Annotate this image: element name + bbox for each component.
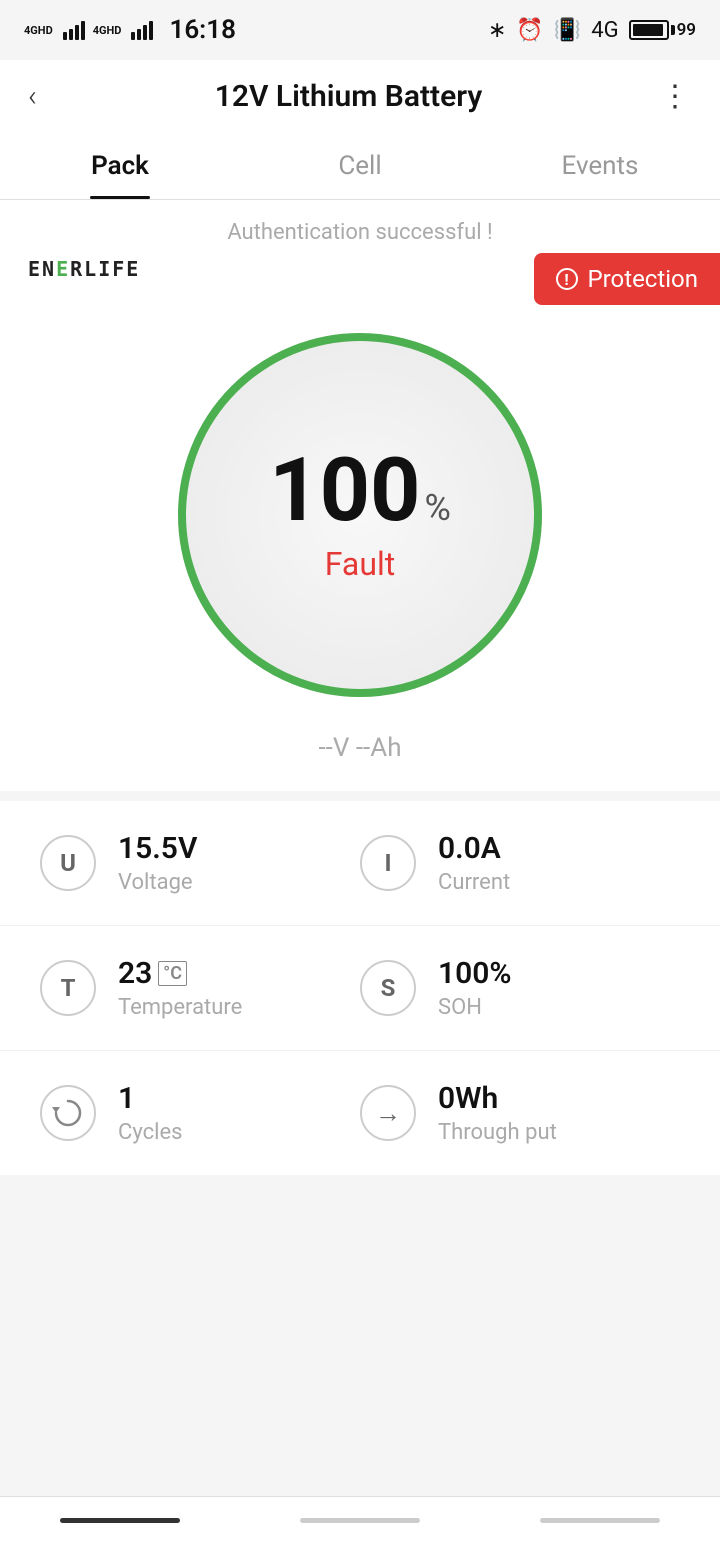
auth-message: Authentication successful ! — [0, 200, 720, 245]
status-time: 16:18 — [169, 15, 236, 45]
alarm-icon: ⏰ — [516, 18, 543, 43]
protection-label: Protection — [588, 265, 699, 293]
soh-label: SOH — [438, 995, 512, 1020]
cycles-value: 1 — [118, 1081, 182, 1116]
battery-percentage: 100 — [269, 447, 420, 535]
temperature-values: 23 °C Temperature — [118, 956, 242, 1020]
metric-row-cycles-throughput: 1 Cycles → 0Wh Through put — [0, 1051, 720, 1175]
brand-logo: ENERLIFE — [28, 257, 140, 281]
temperature-unit-box: °C — [158, 961, 187, 986]
tab-events[interactable]: Events — [480, 132, 720, 199]
logo-text: ENERLIFE — [28, 257, 140, 281]
cycles-icon — [40, 1085, 96, 1141]
protection-badge[interactable]: ! Protection — [534, 253, 720, 305]
voltage-label: Voltage — [118, 870, 197, 895]
throughput-values: 0Wh Through put — [438, 1081, 557, 1145]
back-button[interactable]: ‹ — [28, 79, 37, 114]
battery-circle-section: 100 % Fault — [0, 305, 720, 715]
metric-throughput: → 0Wh Through put — [360, 1081, 680, 1145]
voltage-icon: U — [40, 835, 96, 891]
soh-value: 100% — [438, 956, 512, 991]
status-bar: 4GHD 4GHD 16:18 ∗ ⏰ 📳 4G 99 — [0, 0, 720, 60]
metric-row-temp-soh: T 23 °C Temperature S 100% SOH — [0, 926, 720, 1051]
temperature-label: Temperature — [118, 995, 242, 1020]
metric-current: I 0.0A Current — [360, 831, 680, 895]
main-content: Authentication successful ! ENERLIFE ! P… — [0, 200, 720, 1255]
app-header: ‹ 12V Lithium Battery ⋮ — [0, 60, 720, 132]
metric-soh: S 100% SOH — [360, 956, 680, 1020]
tab-bar: Pack Cell Events — [0, 132, 720, 200]
temperature-icon: T — [40, 960, 96, 1016]
metrics-section: U 15.5V Voltage I 0.0A Current — [0, 801, 720, 1175]
battery-status: 99 — [629, 20, 696, 40]
throughput-label: Through put — [438, 1120, 557, 1145]
percent-symbol: % — [425, 487, 451, 529]
voltage-value: 15.5V — [118, 831, 197, 866]
bottom-nav — [0, 1496, 720, 1544]
signal-4g-icon: 4G — [591, 18, 618, 43]
temperature-value: 23 °C — [118, 956, 242, 991]
brand-row: ENERLIFE ! Protection — [0, 245, 720, 305]
metric-temperature: T 23 °C Temperature — [40, 956, 360, 1020]
page-title: 12V Lithium Battery — [215, 79, 483, 114]
soh-values: 100% SOH — [438, 956, 512, 1020]
bluetooth-icon: ∗ — [488, 18, 506, 43]
throughput-value: 0Wh — [438, 1081, 557, 1116]
tab-cell[interactable]: Cell — [240, 132, 480, 199]
tab-pack[interactable]: Pack — [0, 132, 240, 199]
signal-label-1: 4GHD — [24, 24, 53, 37]
metric-voltage: U 15.5V Voltage — [40, 831, 360, 895]
throughput-icon: → — [360, 1085, 416, 1141]
voltage-values: 15.5V Voltage — [118, 831, 197, 895]
menu-button[interactable]: ⋮ — [660, 79, 692, 114]
battery-circle: 100 % Fault — [170, 325, 550, 705]
soh-icon: S — [360, 960, 416, 1016]
signal-bars-2 — [131, 20, 153, 40]
battery-level: 99 — [677, 20, 696, 40]
current-icon: I — [360, 835, 416, 891]
metric-cycles: 1 Cycles — [40, 1081, 360, 1145]
signal-bars-1 — [63, 20, 85, 40]
nav-indicator-2 — [300, 1518, 420, 1523]
percent-display: 100 % — [269, 447, 451, 535]
status-left: 4GHD 4GHD 16:18 — [24, 15, 244, 45]
vibration-icon: 📳 — [554, 18, 581, 43]
current-values: 0.0A Current — [438, 831, 510, 895]
signal-label-2: 4GHD — [93, 24, 122, 37]
nav-indicator-3 — [540, 1518, 660, 1523]
current-label: Current — [438, 870, 510, 895]
protection-icon: ! — [556, 268, 578, 290]
cycles-values: 1 Cycles — [118, 1081, 182, 1145]
cycles-label: Cycles — [118, 1120, 182, 1145]
cycle-arrow-svg — [50, 1095, 86, 1131]
metric-row-voltage-current: U 15.5V Voltage I 0.0A Current — [0, 801, 720, 926]
nav-indicator-1 — [60, 1518, 180, 1523]
battery-status: Fault — [325, 545, 395, 583]
status-right: ∗ ⏰ 📳 4G 99 — [488, 18, 696, 43]
current-value: 0.0A — [438, 831, 510, 866]
battery-circle-inner: 100 % Fault — [186, 341, 534, 689]
v-ah-display: --V --Ah — [0, 715, 720, 791]
